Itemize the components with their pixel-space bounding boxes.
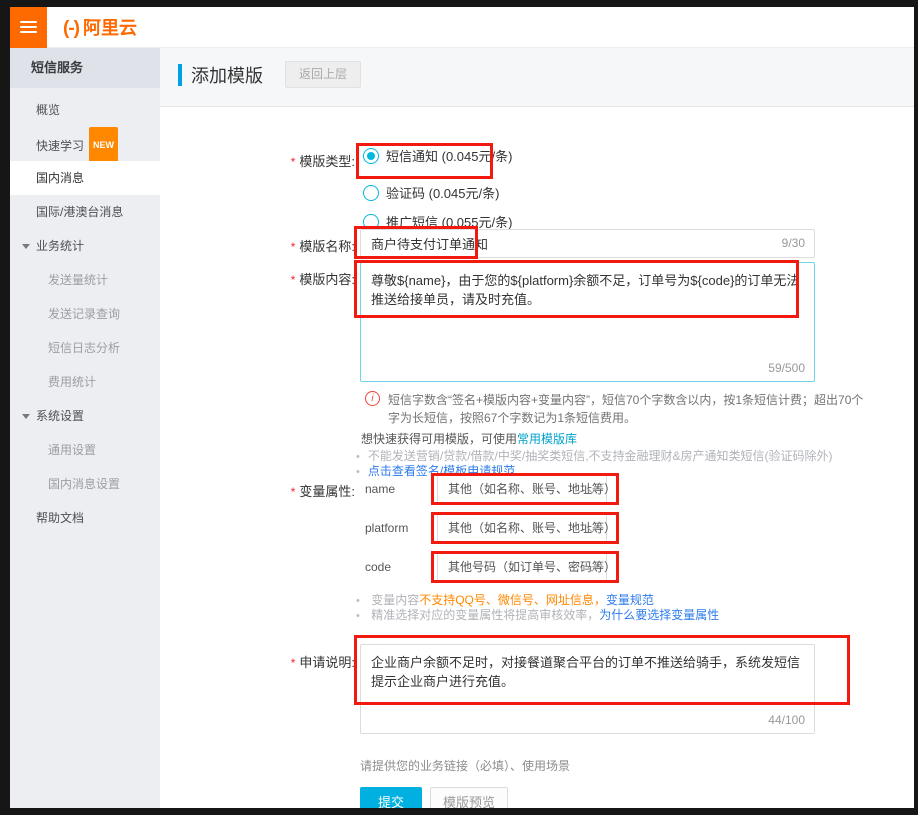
variable-rules-link[interactable]: 变量规范	[606, 593, 654, 607]
application-textarea[interactable]: 企业商户余额不足时，对接餐道聚合平台的订单不推送给骑手，系统发短信提示企业商户进…	[360, 644, 815, 734]
sidebar-item-cost-statistics[interactable]: 费用统计	[10, 365, 160, 399]
radio-verification-code[interactable]: 验证码 (0.045元/条)	[363, 182, 499, 206]
variable-code-label: code	[365, 552, 431, 582]
application-counter: 44/100	[768, 713, 805, 727]
template-content-field: 尊敬${name}，由于您的${platform}余额不足，订单号为${code…	[360, 262, 815, 382]
new-badge: NEW	[89, 127, 118, 164]
submit-button[interactable]: 提交	[360, 787, 422, 808]
info-icon: i	[365, 391, 380, 406]
variable-name-dropdown[interactable]: 其他（如名称、账号、地址等）	[437, 474, 607, 504]
variable-platform-label: platform	[365, 513, 431, 543]
sidebar-item-general-settings[interactable]: 通用设置	[10, 433, 160, 467]
template-name-input[interactable]	[360, 229, 815, 258]
caret-down-icon	[22, 414, 30, 419]
radio-sms-notification[interactable]: 短信通知 (0.045元/条)	[363, 145, 512, 169]
page-title: 添加模版	[191, 62, 263, 88]
template-name-label: *模版名称:	[160, 236, 355, 255]
top-navbar: (-)阿里云	[10, 7, 914, 48]
aliyun-logo-mark: (-)	[63, 18, 79, 39]
radio-selected-icon	[363, 148, 379, 164]
radio-unselected-icon	[363, 214, 379, 230]
radio-unselected-icon	[363, 185, 379, 201]
application-label: *申请说明:	[160, 652, 355, 671]
console-page: (-)阿里云 短信服务 概览 快速学习NEW 国内消息 国际/港澳台消息 业务统…	[10, 7, 914, 808]
back-button[interactable]: 返回上层	[285, 61, 361, 88]
sidebar-group-system-settings[interactable]: 系统设置	[10, 399, 160, 433]
template-content-textarea[interactable]: 尊敬${name}，由于您的${platform}余额不足，订单号为${code…	[360, 262, 815, 382]
variable-platform-dropdown[interactable]: 其他（如名称、账号、地址等）	[437, 513, 607, 543]
hamburger-menu-icon[interactable]	[10, 7, 47, 48]
template-name-field: 9/30	[360, 229, 815, 258]
application-field: 企业商户余额不足时，对接餐道聚合平台的订单不推送给骑手，系统发短信提示企业商户进…	[360, 644, 815, 734]
variable-tip2: 精准选择对应的变量属性将提高审核效率，为什么要选择变量属性	[356, 606, 719, 623]
aliyun-logo-text: 阿里云	[83, 18, 137, 38]
sidebar: 短信服务 概览 快速学习NEW 国内消息 国际/港澳台消息 业务统计 发送量统计…	[10, 48, 160, 808]
main-content: 添加模版 返回上层 *模版类型: 短信通知 (0.045元/条) 验证码 (0.…	[160, 48, 914, 808]
page-header: 添加模版 返回上层	[160, 48, 914, 107]
quick-template-line: 想快速获得可用模版，可使用常用模版库	[361, 430, 577, 447]
variable-code-dropdown[interactable]: 其他号码（如订单号、密码等）	[437, 552, 607, 582]
sidebar-item-sms-log-analysis[interactable]: 短信日志分析	[10, 331, 160, 365]
template-type-label: *模版类型:	[160, 151, 355, 170]
business-link-helper: 请提供您的业务链接（必填）、使用场景	[360, 757, 570, 774]
sidebar-item-quick-learning[interactable]: 快速学习NEW	[10, 127, 160, 161]
variables-label: *变量属性:	[160, 481, 355, 500]
title-accent-bar	[178, 64, 182, 86]
sidebar-item-send-record-query[interactable]: 发送记录查询	[10, 297, 160, 331]
caret-down-icon	[22, 244, 30, 249]
app-window: (-)阿里云 短信服务 概览 快速学习NEW 国内消息 国际/港澳台消息 业务统…	[0, 0, 918, 815]
sidebar-item-help-docs[interactable]: 帮助文档	[10, 501, 160, 535]
sidebar-item-domestic-message-settings[interactable]: 国内消息设置	[10, 467, 160, 501]
sidebar-group-business-statistics[interactable]: 业务统计	[10, 229, 160, 263]
template-preview-button[interactable]: 模版预览	[430, 787, 508, 808]
template-content-label: *模版内容:	[160, 269, 355, 288]
sidebar-item-international-messages[interactable]: 国际/港澳台消息	[10, 195, 160, 229]
template-content-counter: 59/500	[768, 361, 805, 375]
sidebar-menu: 概览 快速学习NEW 国内消息 国际/港澳台消息 业务统计 发送量统计 发送记录…	[10, 88, 160, 535]
sidebar-item-overview[interactable]: 概览	[10, 93, 160, 127]
template-name-counter: 9/30	[782, 236, 805, 250]
info-note-line1: 短信字数含“签名+模版内容+变量内容”，短信70个字数含以内，按1条短信计费；超…	[388, 391, 863, 408]
variable-name-label: name	[365, 474, 431, 504]
sidebar-item-domestic-messages[interactable]: 国内消息	[10, 161, 160, 195]
template-library-link[interactable]: 常用模版库	[517, 432, 577, 446]
info-note-line2: 字为长短信，按照67个字数记为1条短信费用。	[388, 409, 636, 426]
aliyun-logo[interactable]: (-)阿里云	[63, 16, 137, 40]
sidebar-title: 短信服务	[10, 48, 160, 88]
why-variable-attr-link[interactable]: 为什么要选择变量属性	[599, 608, 719, 622]
sidebar-item-send-volume-stats[interactable]: 发送量统计	[10, 263, 160, 297]
